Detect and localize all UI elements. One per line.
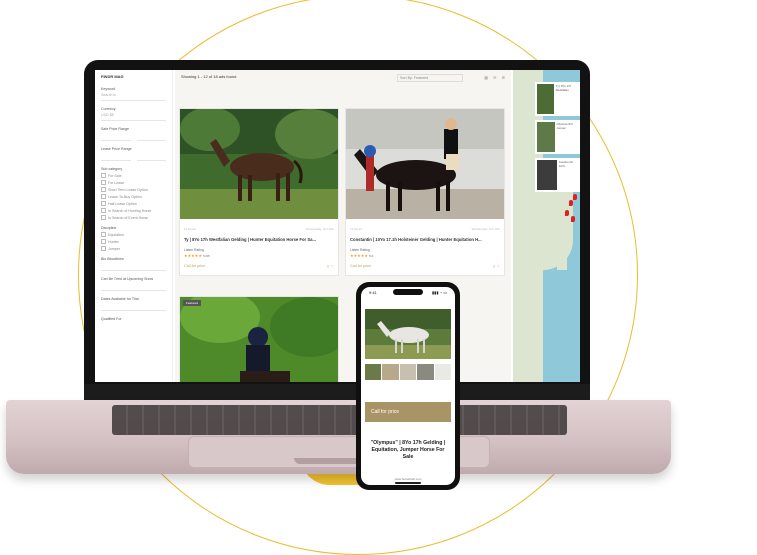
sub-category-options: For Sale For Lease Short Term Lease Opti… <box>101 173 166 220</box>
signal-icon: ▮▮▮ ◔ ▭ <box>431 290 447 295</box>
discipline-label: Discipline <box>101 226 117 230</box>
trial-input[interactable] <box>101 283 166 291</box>
listing-card[interactable]: 12 Hours Wednesday, Oct 11th Constantin |… <box>345 108 505 276</box>
list-icon[interactable]: ☰ <box>493 75 497 80</box>
grid-icon[interactable]: ▦ <box>484 75 488 80</box>
listing-card[interactable]: Featured <box>179 291 350 382</box>
checkbox[interactable] <box>101 232 106 237</box>
listing-meta: 12 Hours Wednesday, Oct 11th <box>184 227 334 231</box>
map-pin-icon[interactable] <box>569 200 573 206</box>
checkbox[interactable] <box>101 187 106 192</box>
listing-title[interactable]: Ty | 8Yo 17h Westfalian Gelding | Hunter… <box>180 231 338 242</box>
map-pin-icon[interactable] <box>565 210 569 216</box>
map-thumb <box>537 160 557 190</box>
call-for-price-button[interactable]: Call for price <box>365 402 451 422</box>
sub-category-option[interactable]: Short Term Lease Option <box>101 187 166 192</box>
sidebar-header: FINDR MAG <box>101 74 124 79</box>
thumbnail[interactable] <box>382 364 399 380</box>
photo-thumbnails <box>365 364 452 380</box>
thumbnail[interactable] <box>417 364 434 380</box>
sub-category-option[interactable]: For Lease <box>101 180 166 185</box>
sort-select[interactable]: Sort By: Featured <box>397 74 463 82</box>
map-icon[interactable]: ⊞ <box>502 75 505 80</box>
lease-price-max-input[interactable] <box>136 153 166 161</box>
horse-photo[interactable] <box>180 107 345 219</box>
results-toolbar: Showing 1 - 12 of 18 ads found Sort By: … <box>181 74 505 84</box>
url-text: www.horsefindr.com <box>394 477 422 481</box>
listing-price[interactable]: Call for price ⇪ ♡ <box>346 258 504 275</box>
bio-bloodlines-input[interactable] <box>101 263 166 271</box>
currency-select[interactable]: USD $$ <box>101 113 166 121</box>
discipline-option[interactable]: Jumper <box>101 246 166 251</box>
map-listing-item[interactable]: Olympus 8Yo Jumper <box>535 120 580 154</box>
map-listing-item[interactable]: Consta ntin 10Yo <box>535 158 580 192</box>
keyword-input[interactable]: Search in <box>101 93 166 101</box>
sub-category-option[interactable]: In Search of Hunting Horse <box>101 208 166 213</box>
phone-screen: 9:41 ▮▮▮ ◔ ▭ Call for price "Olympus" | … <box>361 287 455 485</box>
checkbox[interactable] <box>101 239 106 244</box>
qualified-label: Qualified For <box>101 317 122 321</box>
checkbox[interactable] <box>101 246 106 251</box>
map-thumb <box>537 122 555 152</box>
phone-notch <box>393 289 423 295</box>
listing-title[interactable]: Constantin | 10Yo 17.1h Holsteiner Geldi… <box>346 231 504 242</box>
map-land <box>557 210 567 270</box>
laptop-screen: FINDR MAG Keyword Search in Currency USD… <box>95 70 580 382</box>
discipline-option[interactable]: Hunter <box>101 239 166 244</box>
currency-label: Currency <box>101 107 116 111</box>
dates-label: Dates Available for Trial <box>101 297 139 301</box>
laptop-keyboard <box>112 405 567 435</box>
map-land <box>533 190 573 270</box>
home-indicator <box>395 482 421 484</box>
sub-category-option[interactable]: In Search of Event Horse <box>101 215 166 220</box>
listing-card[interactable]: 12 Hours Wednesday, Oct 11th Ty | 8Yo 17h… <box>179 107 345 276</box>
listing-results: Showing 1 - 12 of 18 ads found Sort By: … <box>175 70 511 382</box>
share-icon[interactable]: ⇪ ♡ <box>326 264 334 269</box>
trial-label: Can Be Tried at Upcoming Show <box>101 277 154 281</box>
results-count: Showing 1 - 12 of 18 ads found <box>181 74 237 79</box>
dates-input[interactable] <box>101 303 166 311</box>
share-icon[interactable]: ⇪ ♡ <box>492 264 500 269</box>
sub-category-option[interactable]: Half Lease Option <box>101 201 166 206</box>
sub-category-option[interactable]: For Sale <box>101 173 166 178</box>
rating-label: Listee Rating <box>350 248 370 252</box>
thumbnail[interactable] <box>434 364 452 380</box>
sale-price-min-input[interactable] <box>101 133 131 141</box>
checkbox[interactable] <box>101 215 106 220</box>
map-thumb <box>537 84 554 114</box>
sub-category-option[interactable]: Lease-To-Buy Option <box>101 194 166 199</box>
checkbox[interactable] <box>101 201 106 206</box>
horse-photo[interactable] <box>180 291 350 382</box>
sub-category-label: Sub category <box>101 167 123 171</box>
keyword-label: Keyword <box>101 87 115 91</box>
checkbox[interactable] <box>101 180 106 185</box>
view-toggle: ▦ ☰ ⊞ <box>484 75 505 80</box>
listing-price[interactable]: Call for price ⇪ ♡ <box>180 258 338 275</box>
map-pin-icon[interactable] <box>571 216 575 222</box>
horse-photo[interactable] <box>365 309 451 359</box>
results-map[interactable]: Ty | 8Yo 17h Westfalian Olympus 8Yo Jump… <box>513 70 580 382</box>
rating-label: Listee Rating <box>184 248 204 252</box>
discipline-option[interactable]: Equitation <box>101 232 166 237</box>
checkbox[interactable] <box>101 194 106 199</box>
featured-badge: Featured <box>183 300 202 306</box>
bio-bloodlines-label: Bio Bloodlines <box>101 257 124 261</box>
sale-price-max-input[interactable] <box>136 133 166 141</box>
lease-price-min-input[interactable] <box>101 153 131 161</box>
map-listing-list: Ty | 8Yo 17h Westfalian Olympus 8Yo Jump… <box>535 82 580 196</box>
checkbox[interactable] <box>101 208 106 213</box>
thumbnail[interactable] <box>399 364 417 380</box>
filter-sidebar: FINDR MAG Keyword Search in Currency USD… <box>95 70 173 382</box>
status-time: 9:41 <box>369 290 377 295</box>
map-listing-item[interactable]: Ty | 8Yo 17h Westfalian <box>535 82 580 116</box>
thumbnail[interactable] <box>365 364 382 380</box>
checkbox[interactable] <box>101 173 106 178</box>
listing-title: "Olympus" | 8Yo 17h Gelding | Equitation… <box>370 440 446 460</box>
horse-photo[interactable] <box>346 109 504 219</box>
listing-meta: 12 Hours Wednesday, Oct 11th <box>350 227 500 231</box>
